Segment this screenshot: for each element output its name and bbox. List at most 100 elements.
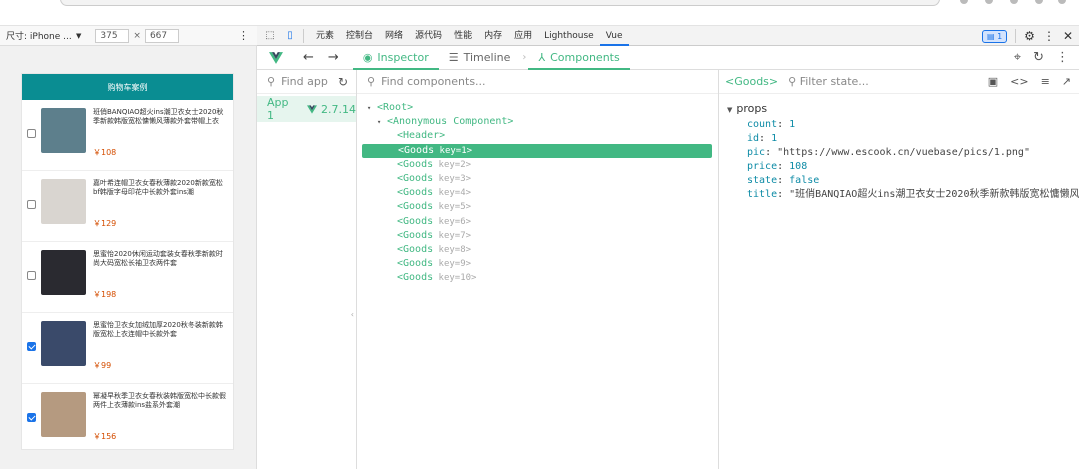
goods-checkbox[interactable]	[27, 413, 36, 422]
tab-inspector[interactable]: ◉ Inspector	[352, 46, 439, 70]
tree-node[interactable]: <Goods key=3>	[357, 172, 718, 186]
tree-node[interactable]: <Goods key=9>	[357, 257, 718, 271]
open-external-icon[interactable]: ↗	[1062, 75, 1071, 88]
tab-memory[interactable]: 内存	[478, 26, 508, 46]
goods-price: ￥99	[93, 361, 112, 370]
issues-badge[interactable]: ▤ 1	[981, 29, 1008, 43]
divider	[1015, 29, 1017, 43]
tab-performance[interactable]: 性能	[448, 26, 478, 46]
tab-label: Inspector	[377, 51, 429, 64]
app-item[interactable]: App 1 2.7.14	[257, 96, 356, 122]
extension-icon[interactable]	[1010, 0, 1018, 4]
height-input[interactable]: 667	[144, 28, 179, 43]
times-sign: ×	[133, 30, 141, 41]
prop-row[interactable]: pic: "https://www.escook.cn/vuebase/pics…	[719, 146, 1079, 160]
browser-top-strip	[0, 0, 1079, 26]
prop-row[interactable]: price: 108	[719, 160, 1079, 174]
tab-vue[interactable]: Vue	[599, 26, 629, 46]
component-search-input[interactable]: Find components...	[381, 75, 485, 88]
timeline-icon: ☰	[448, 51, 459, 64]
tab-application[interactable]: 应用	[508, 26, 538, 46]
close-icon[interactable]: ✕	[1063, 29, 1073, 43]
app-search[interactable]: ⚲ Find app ↻	[257, 70, 356, 94]
chevron-down-icon[interactable]: ▾	[377, 115, 387, 129]
tree-node[interactable]: <Goods key=5>	[357, 200, 718, 214]
tab-sources[interactable]: 源代码	[409, 26, 448, 46]
prop-row[interactable]: state: false	[719, 174, 1079, 188]
chevron-down-icon[interactable]: ▾	[367, 101, 377, 115]
tree-node[interactable]: <Goods key=8>	[357, 243, 718, 257]
phone-screen: 购物车案例 班俏BANQIAO超火ins潮卫衣女士2020秋季新款韩版宽松慵懒风…	[21, 73, 234, 450]
prop-key: id	[747, 133, 760, 144]
tree-node[interactable]: <Goods key=10>	[357, 271, 718, 285]
tree-node[interactable]: <Goods key=6>	[357, 215, 718, 229]
component-search[interactable]: ⚲ Find components...	[357, 70, 718, 94]
tab-network[interactable]: 网络	[379, 26, 409, 46]
target-icon[interactable]: ⌖	[1014, 50, 1021, 65]
tree-node[interactable]: <Goods key=2>	[357, 158, 718, 172]
tab-timeline[interactable]: ☰ Timeline	[439, 46, 521, 70]
device-select[interactable]: 尺寸: iPhone ...	[6, 29, 72, 42]
more-vert-icon[interactable]: ⋮	[1043, 29, 1055, 43]
tree-node[interactable]: ▾ <Root>	[357, 101, 718, 115]
goods-checkbox[interactable]	[27, 200, 36, 209]
refresh-icon[interactable]: ↻	[1033, 50, 1044, 65]
tree-node-label: <Header>	[397, 130, 446, 142]
goods-item: 嘉叶希连帽卫衣女春秋薄款2020新款宽松bf韩版字母印花中长款外套ins潮 ￥1…	[22, 171, 233, 242]
prop-row[interactable]: count: 1	[719, 118, 1079, 132]
inspect-element-icon[interactable]: ⬚	[263, 29, 277, 43]
tree-node[interactable]: <Header>	[357, 129, 718, 143]
forward-arrow-icon[interactable]: →	[328, 50, 339, 65]
resize-handle[interactable]: ‹	[351, 310, 354, 319]
tree-node[interactable]: <Goods key=4>	[357, 186, 718, 200]
back-arrow-icon[interactable]: ←	[303, 50, 314, 65]
app-search-input[interactable]: Find app	[281, 75, 328, 88]
state-header: <Goods> ⚲ Filter state... ▣ <> ≡ ↗	[719, 70, 1079, 94]
width-input[interactable]: 375	[95, 28, 130, 43]
menu-icon[interactable]	[1058, 0, 1066, 4]
tab-components[interactable]: ⅄ Components	[528, 46, 631, 70]
more-vert-icon[interactable]: ⋮	[238, 29, 249, 42]
props-heading[interactable]: ▼ props	[719, 102, 1079, 118]
goods-image	[41, 179, 86, 224]
profile-icon[interactable]	[960, 0, 968, 4]
tree-node-label: <Goods	[397, 172, 434, 184]
chevron-right-icon: ›	[522, 52, 527, 63]
divider	[303, 28, 304, 43]
code-icon[interactable]: <>	[1010, 75, 1028, 88]
goods-checkbox[interactable]	[27, 129, 36, 138]
filter-state-input[interactable]: ⚲ Filter state...	[788, 75, 869, 88]
prop-row[interactable]: title: "班俏BANQIAO超火ins潮卫衣女士2020秋季新款韩版宽松慵…	[719, 188, 1079, 202]
more-vert-icon[interactable]: ⋮	[1056, 50, 1069, 65]
refresh-icon[interactable]: ↻	[338, 75, 348, 89]
tree-node[interactable]: <Goods key=1>	[362, 143, 712, 158]
goods-checkbox[interactable]	[27, 271, 36, 280]
tab-console[interactable]: 控制台	[340, 26, 379, 46]
tree-node[interactable]: <Goods key=7>	[357, 229, 718, 243]
inspect-dom-icon[interactable]: ▣	[988, 75, 998, 88]
goods-image	[41, 392, 86, 437]
scroll-to-icon[interactable]: ≡	[1041, 75, 1050, 88]
version-text: 2.7.14	[321, 102, 356, 116]
tab-elements[interactable]: 元素	[310, 26, 340, 46]
tree-node[interactable]: ▾ <Anonymous Component>	[357, 115, 718, 129]
tree-node-label: <Goods	[397, 258, 434, 270]
address-bar[interactable]	[60, 0, 940, 6]
prop-value: "班俏BANQIAO超火ins潮卫衣女士2020秋季新款韩版宽松慵懒风	[789, 189, 1079, 200]
extension-icon[interactable]	[985, 0, 993, 4]
tab-lighthouse[interactable]: Lighthouse	[538, 26, 600, 46]
issues-count: 1	[997, 31, 1003, 41]
goods-checkbox[interactable]	[27, 342, 36, 351]
goods-image	[41, 108, 86, 153]
tree-node-label: <Goods	[397, 229, 434, 241]
chevron-down-icon[interactable]: ▼	[76, 32, 81, 40]
goods-image	[41, 250, 86, 295]
prop-row[interactable]: id: 1	[719, 132, 1079, 146]
filter-placeholder: Filter state...	[799, 75, 869, 88]
gear-icon[interactable]: ⚙	[1024, 29, 1035, 43]
extension-icon[interactable]	[1035, 0, 1043, 4]
prop-colon: :	[777, 119, 790, 130]
device-toggle-icon[interactable]: ▯	[283, 29, 297, 43]
tree-node-key: key=6>	[433, 216, 472, 227]
prop-value: "https://www.escook.cn/vuebase/pics/1.pn…	[777, 147, 1030, 158]
